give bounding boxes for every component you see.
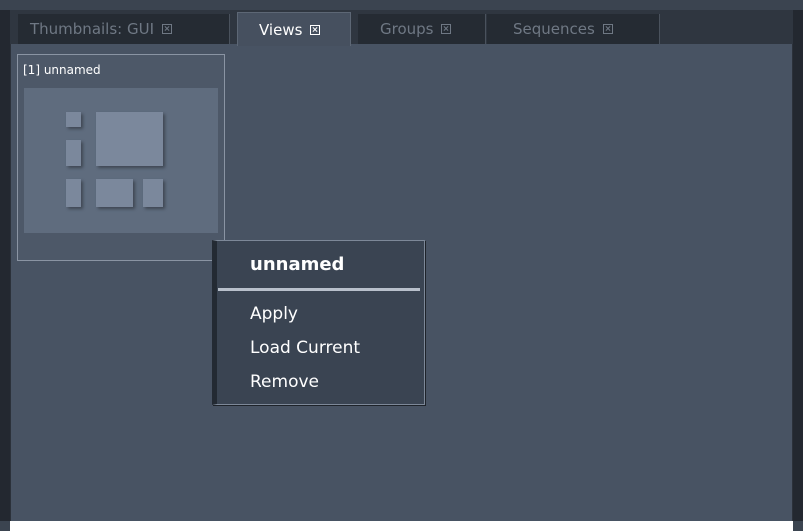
tab-thumbnails-gui[interactable]: Thumbnails: GUI	[18, 14, 230, 44]
context-menu-title: unnamed	[250, 254, 345, 275]
tab-label: Thumbnails: GUI	[30, 20, 155, 38]
menu-separator	[218, 288, 420, 291]
view-card-title: [1] unnamed	[23, 63, 101, 77]
layout-icon	[24, 88, 218, 233]
bottom-edge	[10, 521, 793, 531]
view-thumbnail-card[interactable]: [1] unnamed	[17, 54, 225, 261]
tab-label: Views	[259, 20, 303, 39]
tab-groups[interactable]: Groups	[358, 14, 486, 44]
menu-item-load-current[interactable]: Load Current	[250, 338, 360, 358]
tab-label: Groups	[380, 20, 434, 38]
close-box-icon[interactable]	[602, 24, 613, 34]
close-box-icon[interactable]	[441, 24, 452, 34]
menu-item-apply[interactable]: Apply	[250, 304, 298, 324]
tab-bar: Thumbnails: GUI Views Groups Sequences	[10, 10, 793, 46]
right-gutter	[793, 10, 803, 521]
tab-sequences[interactable]: Sequences	[487, 14, 660, 44]
left-gutter	[0, 10, 10, 521]
close-box-icon[interactable]	[310, 24, 321, 35]
menu-item-remove[interactable]: Remove	[250, 372, 319, 392]
tab-label: Sequences	[513, 20, 595, 38]
context-menu: unnamed Apply Load Current Remove	[212, 240, 425, 405]
close-box-icon[interactable]	[162, 24, 173, 34]
tab-views[interactable]: Views	[237, 12, 351, 46]
